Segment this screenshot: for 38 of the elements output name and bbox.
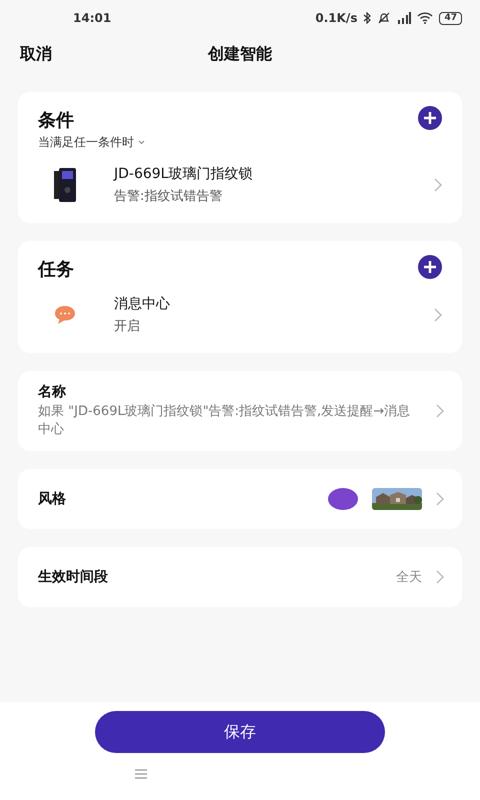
- section-title: 任务: [38, 258, 74, 281]
- battery-level: 47: [439, 12, 462, 24]
- section-title: 条件: [38, 109, 75, 132]
- chevron-icon: [436, 570, 444, 584]
- chevron-icon: [434, 308, 442, 322]
- add-icon[interactable]: [418, 255, 442, 279]
- network-speed: 0.1K/s: [315, 11, 358, 25]
- add-icon[interactable]: [418, 106, 442, 130]
- item-name: JD-669L玻璃门指纹锁: [114, 165, 254, 183]
- chevron-icon: [436, 404, 444, 418]
- condition-mode-dropdown[interactable]: 当满足任一条件时: [38, 134, 134, 151]
- door-lock-icon: [54, 168, 76, 202]
- mute-icon: [377, 12, 392, 24]
- time-range-value: 全天: [396, 569, 422, 586]
- wifi-icon: [417, 12, 434, 24]
- cancel-button[interactable]: 取消: [20, 44, 52, 64]
- item-detail: 开启: [114, 318, 141, 335]
- status-time: 14:01: [73, 11, 112, 25]
- name-value: 如果 "JD-669L玻璃门指纹锁"告警:指纹试错告警,发送提醒→消息中心: [38, 403, 412, 439]
- row-label: 风格: [38, 490, 66, 508]
- page-title: 创建智能: [208, 44, 272, 64]
- chevron-icon: [436, 492, 444, 506]
- row-label: 名称: [38, 383, 67, 401]
- signal-icon: [397, 12, 412, 24]
- style-row[interactable]: 风格: [18, 469, 462, 529]
- item-detail: 告警:指纹试错告警: [114, 188, 224, 205]
- time-range-row[interactable]: 生效时间段 全天: [18, 547, 462, 607]
- list-item[interactable]: 消息中心 开启: [38, 281, 442, 339]
- menu-icon[interactable]: [135, 769, 147, 779]
- row-label: 生效时间段: [38, 568, 108, 586]
- chevron-icon: [434, 178, 442, 192]
- caret-icon: [138, 140, 145, 145]
- bluetooth-icon: [363, 12, 372, 24]
- list-item[interactable]: JD-669L玻璃门指纹锁 告警:指纹试错告警: [38, 151, 442, 209]
- item-name: 消息中心: [114, 295, 171, 313]
- name-row[interactable]: 名称 如果 "JD-669L玻璃门指纹锁"告警:指纹试错告警,发送提醒→消息中心: [18, 371, 462, 451]
- save-button[interactable]: 保存: [95, 711, 385, 753]
- message-icon: [54, 305, 76, 325]
